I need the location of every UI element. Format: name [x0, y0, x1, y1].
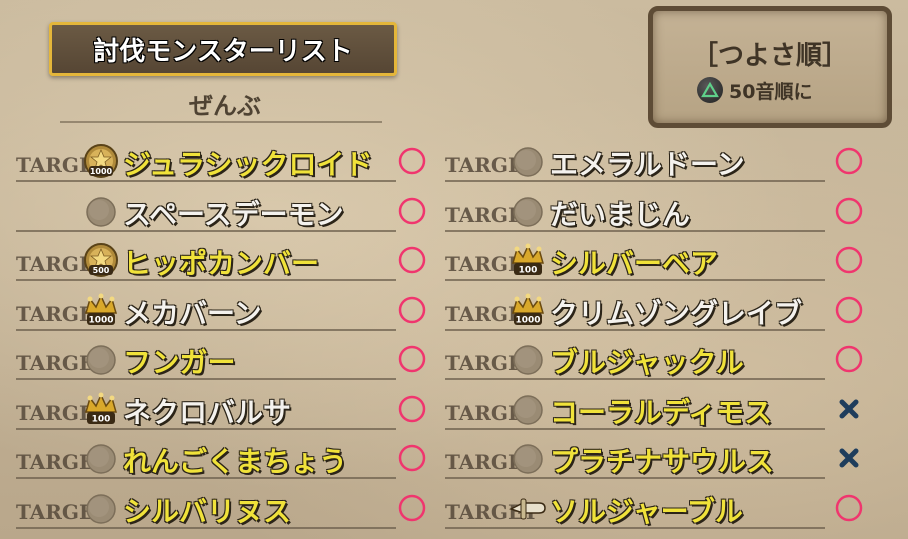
monster-row[interactable]: TARGET プラチナサウルス: [445, 435, 885, 481]
gray-disc-badge-icon: [509, 439, 547, 477]
monster-row[interactable]: TARGET コーラルディモス: [445, 386, 885, 432]
circle-mark-icon: [833, 294, 865, 326]
monster-row[interactable]: TARGET 1000 ジュラシックロイド: [16, 138, 436, 184]
circle-mark-icon: [396, 492, 428, 524]
gray-disc-badge-icon: [82, 340, 120, 378]
sort-panel[interactable]: ［つよさ順］ 50音順に: [648, 6, 892, 128]
monster-name: メカバーン: [123, 296, 262, 330]
subtitle-divider: [60, 121, 382, 123]
monster-row[interactable]: TARGET ブルジャックル: [445, 336, 885, 382]
circle-mark-icon: [833, 244, 865, 276]
gray-disc-badge-icon: [509, 142, 547, 180]
svg-text:1000: 1000: [90, 167, 113, 176]
circle-mark-icon: [833, 343, 865, 375]
monster-name: フンガー: [123, 346, 236, 379]
sort-mode-label: ［つよさ順］: [691, 41, 848, 71]
monster-name: ネクロバルサ: [123, 395, 292, 429]
crown-1000-badge-icon: 1000: [82, 291, 120, 329]
svg-text:100: 100: [519, 266, 538, 276]
monster-row[interactable]: TARGET フンガー: [16, 336, 436, 382]
cross-mark-icon: [833, 393, 865, 425]
monster-row[interactable]: TARGET 100 シルバーベア: [445, 237, 885, 283]
monster-row[interactable]: TARGET エメラルドーン: [445, 138, 885, 184]
circle-mark-icon: [833, 145, 865, 177]
gray-disc-badge-icon: [509, 390, 547, 428]
circle-mark-icon: [396, 145, 428, 177]
crown-100-badge-icon: 100: [509, 241, 547, 279]
gray-disc-badge-icon: [82, 489, 120, 527]
monster-name: エメラルドーン: [550, 148, 745, 181]
monster-name: プラチナサウルス: [550, 445, 775, 478]
svg-text:1000: 1000: [88, 315, 113, 325]
circle-mark-icon: [396, 343, 428, 375]
triangle-button-icon: [697, 77, 723, 103]
monster-name: だいまじん: [550, 197, 691, 231]
circle-mark-icon: [833, 492, 865, 524]
filter-label[interactable]: ぜんぶ: [160, 86, 290, 121]
gray-disc-badge-icon: [509, 192, 547, 230]
monster-name: ジュラシックロイド: [123, 148, 373, 181]
monster-name: シルバリヌス: [123, 494, 292, 528]
coin-1000-badge-icon: 1000: [82, 142, 120, 180]
circle-mark-icon: [396, 294, 428, 326]
pointer-hand-badge-icon: [509, 489, 547, 527]
monster-row[interactable]: スペースデーモン: [16, 188, 436, 234]
monster-name: コーラルディモス: [550, 395, 773, 429]
monster-row[interactable]: TARGET シルバリヌス: [16, 485, 436, 531]
monster-row[interactable]: TARGET れんごくまちょう: [16, 435, 436, 481]
svg-text:500: 500: [93, 266, 110, 275]
monster-name: ブルジャックル: [550, 346, 744, 379]
cross-mark-icon: [833, 442, 865, 474]
monster-row[interactable]: TARGET だいまじん: [445, 188, 885, 234]
list-title-text: 討伐モンスターリスト: [93, 36, 353, 67]
monster-row[interactable]: TARGET 100 ネクロバルサ: [16, 386, 436, 432]
monster-name: クリムゾングレイブ: [550, 296, 803, 330]
circle-mark-icon: [396, 195, 428, 227]
monster-row[interactable]: TARGET ソルジャーブル: [445, 485, 885, 531]
monster-name: シルバーベア: [550, 247, 719, 280]
gray-disc-badge-icon: [509, 340, 547, 378]
monster-row[interactable]: TARGET 500 ヒッポカンバー: [16, 237, 436, 283]
circle-mark-icon: [396, 244, 428, 276]
svg-text:1000: 1000: [515, 315, 540, 325]
coin-500-badge-icon: 500: [82, 241, 120, 279]
monster-row[interactable]: TARGET 1000 メカバーン: [16, 287, 436, 333]
monster-name: ソルジャーブル: [550, 494, 743, 528]
gray-disc-badge-icon: [82, 439, 120, 477]
list-title: 討伐モンスターリスト: [49, 22, 397, 76]
monster-name: スペースデーモン: [123, 197, 344, 231]
sort-toggle-text: 50音順に: [729, 80, 813, 103]
monster-name: ヒッポカンバー: [123, 247, 320, 280]
crown-100-badge-icon: 100: [82, 390, 120, 428]
gray-disc-badge-icon: [82, 192, 120, 230]
circle-mark-icon: [396, 393, 428, 425]
crown-1000-badge-icon: 1000: [509, 291, 547, 329]
monster-name: れんごくまちょう: [123, 445, 348, 478]
sort-toggle-hint[interactable]: 50音順に: [697, 75, 812, 105]
monster-row[interactable]: TARGET 1000 クリムゾングレイブ: [445, 287, 885, 333]
svg-text:100: 100: [92, 414, 111, 424]
circle-mark-icon: [396, 442, 428, 474]
circle-mark-icon: [833, 195, 865, 227]
